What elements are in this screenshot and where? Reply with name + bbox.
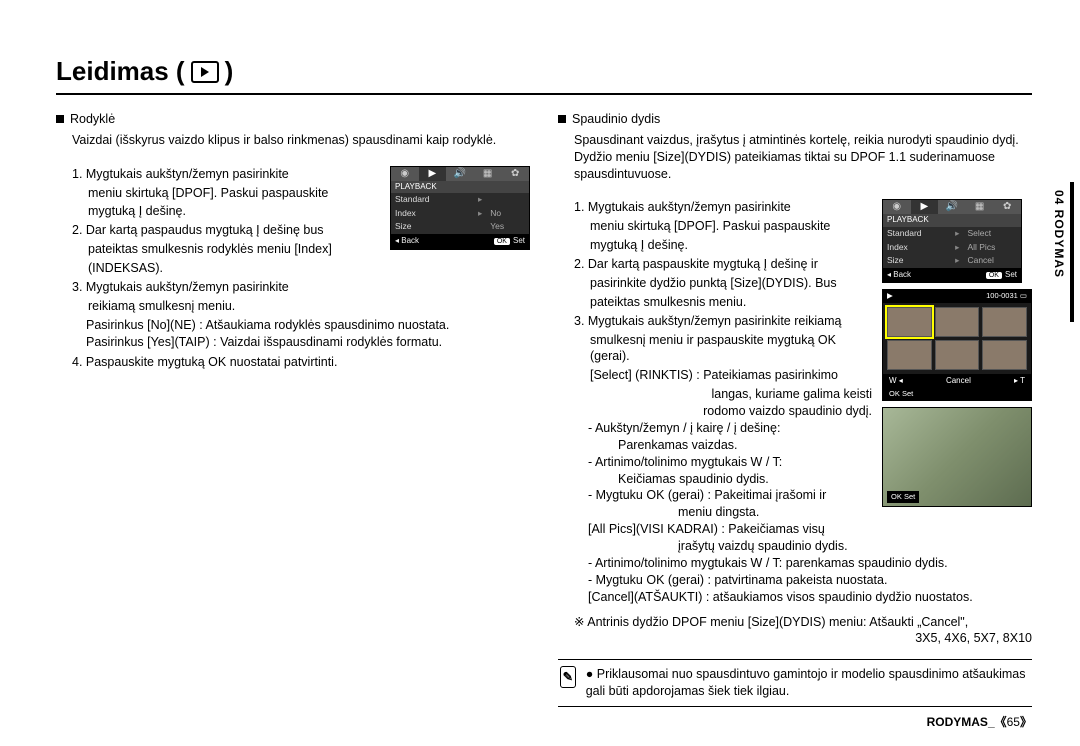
- tab-gear-icon: ✿: [993, 200, 1021, 214]
- left-heading: Rodyklė: [70, 111, 115, 128]
- row-val: Yes: [486, 220, 529, 233]
- step: (INDEKSAS).: [72, 260, 530, 277]
- tab-grid-icon: ▦: [966, 200, 994, 214]
- row-key: Standard: [883, 227, 951, 240]
- tab-icon: ◉: [883, 200, 911, 214]
- thumbnail: [982, 307, 1027, 337]
- play-icon: [191, 61, 219, 83]
- row-key: Standard: [391, 193, 474, 206]
- tab-icon: ◉: [391, 167, 419, 181]
- note-icon: ✎: [560, 666, 576, 688]
- tab-sound-icon: 🔊: [938, 200, 966, 214]
- step-detail: Pasirinkus [No](NE) : Atšaukiama rodyklė…: [56, 317, 530, 334]
- bullet-icon: [56, 115, 64, 123]
- thumbnail: [935, 307, 980, 337]
- set-label: Set: [902, 389, 913, 398]
- side-tab-marker: [1070, 182, 1074, 322]
- title-suffix: ): [225, 56, 234, 87]
- footer-label: RODYMAS: [927, 715, 988, 729]
- back-hint: ◂ Back: [395, 236, 419, 247]
- side-tab: 04 RODYMAS: [1052, 190, 1066, 278]
- file-counter: 100-0031: [986, 291, 1018, 300]
- bullet-icon: [558, 115, 566, 123]
- bullet: - Artinimo/tolinimo mygtukais W / T: par…: [558, 555, 1032, 572]
- step: 3. Mygtukais aukštyn/žemyn pasirinkite: [72, 279, 530, 296]
- zoom-t: ▸ T: [1014, 376, 1025, 387]
- footer: RODYMAS_《65》: [927, 713, 1032, 730]
- zoom-w: W ◂: [889, 376, 903, 387]
- row-val: All Pics: [963, 241, 1021, 254]
- thumbnail: [935, 340, 980, 370]
- ok-btn: OK: [891, 492, 902, 501]
- set-label: Set: [904, 492, 915, 501]
- row-key: Index: [391, 207, 474, 220]
- right-intro: Spausdinant vaizdus, įrašytus į atmintin…: [558, 132, 1032, 183]
- step-detail: Pasirinkus [Yes](TAIP) : Vaizdai išspaus…: [56, 334, 530, 351]
- set-hint: OKSet: [494, 236, 525, 247]
- thumbnail: [887, 340, 932, 370]
- title-text: Leidimas (: [56, 56, 185, 87]
- tab-gear-icon: ✿: [501, 167, 529, 181]
- row-val: [486, 193, 529, 206]
- step: 4. Paspauskite mygtuką OK nuostatai patv…: [56, 354, 530, 371]
- left-screenshot: ◉ ▶ 🔊 ▦ ✿ PLAYBACK Standard▸ Index▸No Si…: [390, 166, 530, 250]
- right-heading: Spaudinio dydis: [572, 111, 660, 128]
- screen-label: PLAYBACK: [391, 181, 529, 194]
- title-divider: [56, 93, 1032, 95]
- row-val: No: [486, 207, 529, 220]
- step-detail: [Cancel](ATŠAUKTI) : atšaukiamos visos s…: [558, 589, 1032, 606]
- thumbnail: [982, 340, 1027, 370]
- right-column: Spaudinio dydis Spausdinant vaizdus, įra…: [558, 111, 1032, 707]
- size-options: 3X5, 4X6, 5X7, 8X10: [558, 630, 1032, 647]
- row-key: Size: [883, 254, 951, 267]
- secondary-note: ※ Antrinis dydžio DPOF meniu [Size](DYDI…: [558, 614, 1032, 631]
- cancel-label: Cancel: [946, 376, 971, 387]
- ok-btn: OK: [889, 389, 900, 398]
- bullet: - Mygtuku OK (gerai) : patvirtinama pake…: [558, 572, 1032, 589]
- page-title: Leidimas ( ): [56, 56, 1032, 87]
- play-mode-icon: ▶: [887, 291, 893, 301]
- row-key: Index: [883, 241, 951, 254]
- row-val: Select: [963, 227, 1021, 240]
- page-number: 65: [1007, 715, 1020, 729]
- row-key: Size: [391, 220, 474, 233]
- tab-play-icon: ▶: [911, 200, 939, 214]
- step-detail: įrašytų vaizdų spaudinio dydis.: [558, 538, 1032, 555]
- left-intro: Vaizdai (išskyrus vaizdo klipus ir balso…: [56, 132, 530, 149]
- note-text: ● Priklausomai nuo spausdintuvo gamintoj…: [586, 666, 1030, 700]
- tab-grid-icon: ▦: [474, 167, 502, 181]
- left-column: Rodyklė Vaizdai (išskyrus vaizdo klipus …: [56, 111, 530, 707]
- step: reikiamą smulkesnį meniu.: [72, 298, 530, 315]
- back-hint: ◂ Back: [887, 270, 911, 281]
- right-screens: ◉ ▶ 🔊 ▦ ✿ PLAYBACK Standard▸Select Index…: [882, 199, 1032, 507]
- thumbnail: [887, 307, 932, 337]
- note-box: ✎ ● Priklausomai nuo spausdintuvo gamint…: [558, 659, 1032, 707]
- row-val: Cancel: [963, 254, 1021, 267]
- set-hint: OKSet: [986, 270, 1017, 281]
- thumbnail-selector-screen: ▶ 100-0031 ▭ W ◂ Cancel ▸ T OK Set: [882, 289, 1032, 401]
- tab-play-icon: ▶: [419, 167, 447, 181]
- step-detail: [All Pics](VISI KADRAI) : Pakeičiamas vi…: [558, 521, 1032, 538]
- photo-preview-screen: OK Set: [882, 407, 1032, 507]
- tab-sound-icon: 🔊: [446, 167, 474, 181]
- screen-label: PLAYBACK: [883, 214, 1021, 227]
